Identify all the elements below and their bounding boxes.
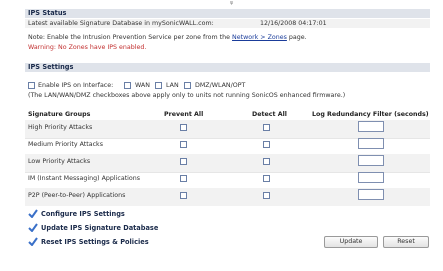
enable-ips-label: Enable IPS on Interface: [38,82,114,89]
detect-low-checkbox[interactable] [263,158,270,165]
lan-checkbox[interactable] [155,82,162,89]
row-label-high: High Priority Attacks [28,124,93,131]
configure-ips-link[interactable]: Configure IPS Settings [41,210,125,218]
signature-db-timestamp: 12/16/2008 04:17:01 [260,20,327,27]
reset-ips-link[interactable]: Reset IPS Settings & Policies [41,238,149,246]
check-icon [28,223,38,232]
interfaces-note: (The LAN/WAN/DMZ checkboxes above apply … [28,92,346,99]
row-label-medium: Medium Priority Attacks [28,141,103,148]
enable-ips-checkbox[interactable] [28,82,35,89]
prevent-im-checkbox[interactable] [180,175,187,182]
prevent-high-checkbox[interactable] [180,124,187,131]
detect-medium-checkbox[interactable] [263,141,270,148]
dmz-checkbox[interactable] [184,82,191,89]
top-mark: ψ [230,0,234,6]
check-icon [28,209,38,218]
row-label-p2p: P2P (Peer-to-Peer) Applications [28,192,126,199]
signature-db-label: Latest available Signature Database in m… [28,20,214,27]
no-zones-warning: Warning: No Zones have IPS enabled. [28,44,147,51]
zones-note: Note: Enable the Intrusion Prevention Se… [28,34,307,41]
col-signature-groups: Signature Groups [28,111,91,118]
prevent-low-checkbox[interactable] [180,158,187,165]
check-icon [28,237,38,246]
detect-p2p-checkbox[interactable] [263,192,270,199]
detect-im-checkbox[interactable] [263,175,270,182]
log-filter-p2p-input[interactable] [358,189,384,200]
zones-note-prefix: Note: Enable the Intrusion Prevention Se… [28,34,233,41]
log-filter-im-input[interactable] [358,172,384,183]
network-zones-link[interactable]: Network > Zones [232,34,287,41]
lan-label: LAN [166,82,179,89]
reset-button[interactable]: Reset [383,236,429,248]
update-signature-db-link[interactable]: Update IPS Signature Database [41,224,158,232]
update-button[interactable]: Update [324,236,378,248]
row-label-low: Low Priority Attacks [28,158,91,165]
log-filter-medium-input[interactable] [358,138,384,149]
prevent-medium-checkbox[interactable] [180,141,187,148]
dmz-label: DMZ/WLAN/OPT [195,82,246,89]
prevent-p2p-checkbox[interactable] [180,192,187,199]
row-label-im: IM (Instant Messaging) Applications [28,175,141,182]
col-detect-all: Detect All [252,111,287,118]
ips-settings-header: IPS Settings [25,63,430,72]
zones-note-suffix: page. [286,34,307,41]
detect-high-checkbox[interactable] [263,124,270,131]
wan-label: WAN [135,82,150,89]
log-filter-low-input[interactable] [358,155,384,166]
ips-status-header: IPS Status [25,9,430,18]
wan-checkbox[interactable] [124,82,131,89]
col-prevent-all: Prevent All [164,111,204,118]
col-log-redundancy: Log Redundancy Filter (seconds) [312,111,429,118]
log-filter-high-input[interactable] [358,121,384,132]
